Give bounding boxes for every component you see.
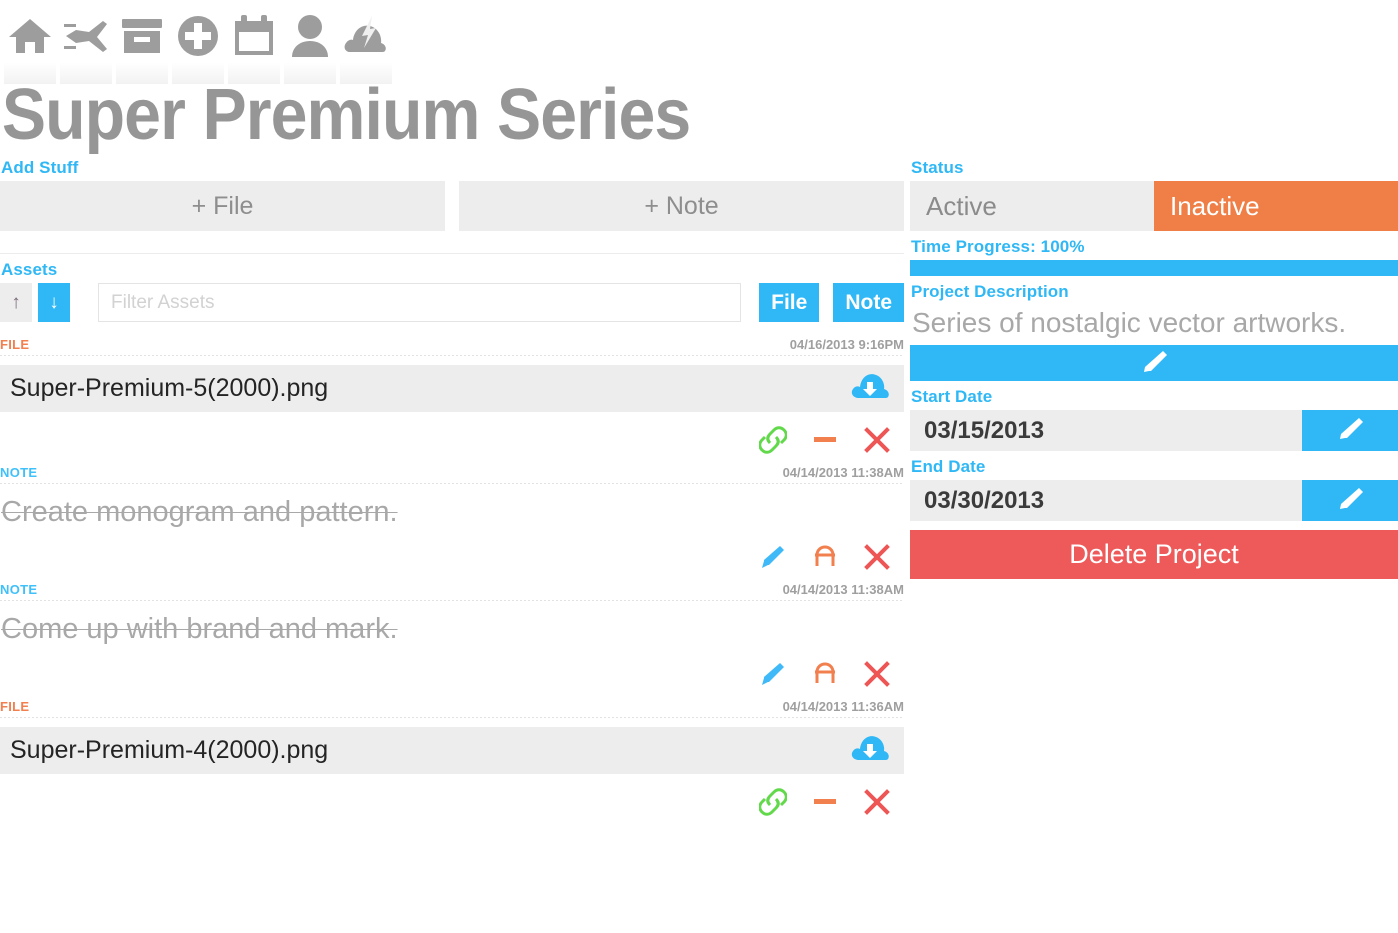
asset-separator — [0, 717, 904, 719]
start-date-value: 03/15/2013 — [910, 410, 1302, 452]
asset-kind-badge: FILE — [0, 699, 30, 715]
file-row[interactable]: Super-Premium-5(2000).png — [0, 365, 904, 413]
filter-assets-input[interactable] — [98, 283, 742, 323]
user-icon[interactable] — [284, 10, 336, 62]
note-text: Come up with brand and mark. — [1, 613, 398, 646]
asset-actions — [0, 412, 904, 456]
asset-actions — [0, 646, 904, 690]
sidebar: Status Active Inactive Time Progress: 10… — [910, 152, 1398, 580]
end-date-value: 03/30/2013 — [910, 480, 1302, 522]
asset-meta: FILE 04/16/2013 9:16PM — [0, 337, 904, 352]
link-icon[interactable] — [758, 787, 788, 817]
time-progress-bar — [910, 260, 1398, 277]
sort-ascending-button[interactable]: ↑ — [0, 283, 32, 323]
pencil-icon — [1335, 416, 1365, 445]
pencil-icon[interactable] — [758, 659, 788, 689]
page-header: Super Premium Series — [0, 0, 1398, 152]
asset-separator — [0, 355, 904, 357]
app-root: Super Premium Series Add Stuff + File + … — [0, 0, 1398, 933]
add-stuff-buttons: + File + Note — [0, 181, 904, 232]
close-x-icon[interactable] — [862, 659, 892, 689]
end-date-row: 03/30/2013 — [910, 480, 1398, 522]
asset-separator — [0, 483, 904, 485]
add-note-button[interactable]: + Note — [459, 181, 904, 232]
status-option-inactive[interactable]: Inactive — [1154, 181, 1398, 232]
home-icon[interactable] — [4, 10, 56, 62]
asset-meta: NOTE 04/14/2013 11:38AM — [0, 582, 904, 597]
edit-end-date-button[interactable] — [1302, 480, 1398, 522]
pencil-icon — [1335, 486, 1365, 515]
asset-timestamp: 04/14/2013 11:38AM — [782, 582, 904, 598]
link-icon[interactable] — [758, 425, 788, 455]
edit-start-date-button[interactable] — [1302, 410, 1398, 452]
add-file-button[interactable]: + File — [0, 181, 445, 232]
minus-icon[interactable] — [810, 425, 840, 455]
asset-meta: NOTE 04/14/2013 11:38AM — [0, 465, 904, 480]
sort-descending-button[interactable]: ↓ — [38, 283, 70, 323]
project-description-text: Series of nostalgic vector artworks. — [912, 307, 1347, 339]
file-name: Super-Premium-5(2000).png — [10, 374, 329, 403]
end-date-label: End Date — [911, 457, 986, 477]
delete-project-button[interactable]: Delete Project — [910, 530, 1398, 580]
asset-timestamp: 04/14/2013 11:38AM — [782, 465, 904, 481]
cloud-download-icon[interactable] — [850, 732, 890, 769]
add-stuff-label: Add Stuff — [1, 158, 79, 178]
filter-type-note-button[interactable]: Note — [833, 283, 904, 323]
time-progress-label: Time Progress: 100% — [911, 237, 1085, 257]
status-toggle: Active Inactive — [910, 181, 1398, 232]
pencil-icon[interactable] — [758, 542, 788, 572]
edit-description-button[interactable] — [910, 345, 1398, 382]
page-title: Super Premium Series — [1, 75, 691, 155]
reopen-icon[interactable] — [810, 542, 840, 572]
reopen-icon[interactable] — [810, 659, 840, 689]
note-text: Create monogram and pattern. — [1, 496, 398, 529]
left-column: Add Stuff + File + Note Assets ↑ ↓ File … — [0, 152, 904, 818]
close-x-icon[interactable] — [862, 542, 892, 572]
file-name: Super-Premium-4(2000).png — [10, 736, 329, 765]
file-row[interactable]: Super-Premium-4(2000).png — [0, 727, 904, 775]
cloud-lightning-icon[interactable] — [340, 10, 392, 62]
plus-circle-icon[interactable] — [172, 10, 224, 62]
minus-icon[interactable] — [810, 787, 840, 817]
project-description-label: Project Description — [911, 282, 1069, 302]
asset-kind-badge: NOTE — [0, 582, 38, 598]
asset-item: NOTE 04/14/2013 11:38AM Come up with brand… — [0, 573, 904, 690]
asset-item: FILE 04/14/2013 11:36AM Super-Premium-4(20… — [0, 690, 904, 818]
assets-filter-bar: ↑ ↓ File Note — [0, 283, 904, 328]
close-x-icon[interactable] — [862, 787, 892, 817]
main-columns: Add Stuff + File + Note Assets ↑ ↓ File … — [0, 152, 1398, 818]
close-x-icon[interactable] — [862, 425, 892, 455]
status-option-active[interactable]: Active — [910, 181, 1154, 232]
asset-actions — [0, 774, 904, 818]
pencil-icon — [1139, 349, 1169, 378]
asset-list: FILE 04/16/2013 9:16PM Super-Premium-5(200… — [0, 328, 904, 818]
archive-box-icon[interactable] — [116, 10, 168, 62]
asset-meta: FILE 04/14/2013 11:36AM — [0, 699, 904, 714]
assets-label: Assets — [1, 260, 58, 280]
time-progress-fill — [910, 260, 1398, 277]
asset-separator — [0, 600, 904, 602]
cloud-download-icon[interactable] — [850, 370, 890, 407]
start-date-row: 03/15/2013 — [910, 410, 1398, 452]
asset-actions — [0, 529, 904, 573]
asset-item: FILE 04/16/2013 9:16PM Super-Premium-5(200… — [0, 328, 904, 456]
airplane-icon[interactable] — [60, 10, 112, 62]
asset-timestamp: 04/16/2013 9:16PM — [789, 337, 904, 353]
status-label: Status — [911, 158, 964, 178]
asset-item: NOTE 04/14/2013 11:38AM Create monogram an… — [0, 456, 904, 573]
asset-timestamp: 04/14/2013 11:36AM — [782, 699, 904, 715]
asset-kind-badge: FILE — [0, 337, 30, 353]
start-date-label: Start Date — [911, 387, 993, 407]
calendar-icon[interactable] — [228, 10, 280, 62]
toolbar — [0, 0, 1398, 72]
asset-kind-badge: NOTE — [0, 465, 38, 481]
filter-type-file-button[interactable]: File — [759, 283, 820, 323]
